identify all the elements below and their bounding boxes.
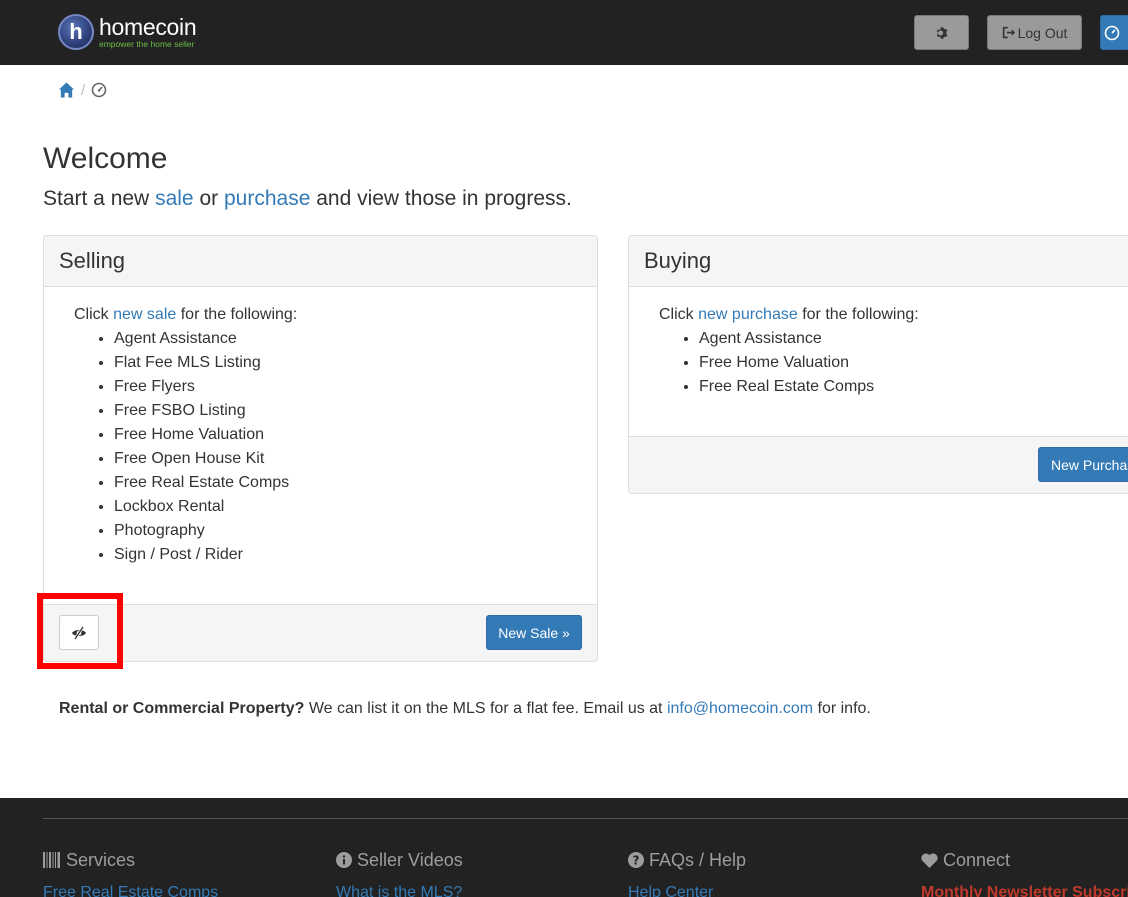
lead-or: or <box>199 187 219 210</box>
new-sale-link[interactable]: new sale <box>113 306 176 323</box>
footer-title-text: Connect <box>943 849 1011 870</box>
selling-services-list: Agent Assistance Flat Fee MLS Listing Fr… <box>114 327 567 567</box>
new-purchase-button[interactable]: New Purchase » <box>1038 447 1128 482</box>
rental-note-text: We can list it on the MLS for a flat fee… <box>308 700 663 717</box>
list-item: Free Flyers <box>114 375 567 399</box>
buying-panel-heading: Buying <box>629 236 1128 287</box>
list-item: Photography <box>114 519 567 543</box>
dashboard-icon <box>91 82 107 98</box>
list-item: Free Home Valuation <box>699 351 1117 375</box>
footer-link[interactable]: Monthly Newsletter Subscription <box>921 884 1128 897</box>
list-item: Sign / Post / Rider <box>114 543 567 567</box>
list-item: Free FSBO Listing <box>114 399 567 423</box>
breadcrumb: / <box>58 81 107 99</box>
footer-column-title: Seller Videos <box>336 848 463 872</box>
buying-intro: Click new purchase for the following: <box>659 303 1117 327</box>
footer-column-seller-videos: Seller Videos What is the MLS? <box>336 848 463 897</box>
welcome-lead: Start a new sale or purchase and view th… <box>43 187 572 211</box>
dashboard-button[interactable] <box>1100 15 1128 50</box>
sign-out-icon <box>1002 26 1015 39</box>
rental-note-end: for info. <box>817 700 871 717</box>
buying-panel-body: Click new purchase for the following: Ag… <box>629 287 1128 415</box>
list-item: Free Real Estate Comps <box>699 375 1117 399</box>
logout-button[interactable]: Log Out <box>987 15 1082 50</box>
footer-link[interactable]: Free Real Estate Comps <box>43 884 218 897</box>
brand-logo-link[interactable]: h homecoin empower the home seller <box>58 13 197 51</box>
selling-panel-heading: Selling <box>44 236 597 287</box>
footer-column-services: Services Free Real Estate Comps <box>43 848 218 897</box>
footer-link[interactable]: Help Center <box>628 884 746 897</box>
selling-panel-body: Click new sale for the following: Agent … <box>44 287 597 583</box>
list-item: Agent Assistance <box>699 327 1117 351</box>
buying-panel-footer: New Purchase » <box>629 436 1128 493</box>
list-item: Agent Assistance <box>114 327 567 351</box>
dashboard-icon <box>1104 25 1120 40</box>
footer-link[interactable]: What is the MLS? <box>336 884 463 897</box>
brand-tagline: empower the home seller <box>99 38 195 49</box>
rental-note: Rental or Commercial Property? We can li… <box>59 700 871 718</box>
logout-label: Log Out <box>1017 24 1068 41</box>
list-item: Free Open House Kit <box>114 447 567 471</box>
brand-name: homecoin <box>99 13 197 40</box>
footer-column-title: Services <box>43 848 218 872</box>
footer-column-connect: Connect Monthly Newsletter Subscription <box>921 848 1128 897</box>
info-icon <box>336 852 352 868</box>
lead-start: Start a new <box>43 187 150 210</box>
selling-panel-footer: New Sale » <box>44 604 597 661</box>
breadcrumb-separator: / <box>81 81 86 99</box>
selling-intro: Click new sale for the following: <box>74 303 567 327</box>
buying-services-list: Agent Assistance Free Home Valuation Fre… <box>699 327 1117 399</box>
selling-panel: Selling Click new sale for the following… <box>43 235 598 662</box>
list-item: Free Real Estate Comps <box>114 471 567 495</box>
list-item: Free Home Valuation <box>114 423 567 447</box>
heart-icon <box>921 853 938 868</box>
barcode-icon <box>43 852 60 868</box>
buying-intro-text: Click <box>659 306 694 323</box>
purchase-link[interactable]: purchase <box>224 187 310 210</box>
question-icon: ? <box>628 852 644 868</box>
rental-note-bold: Rental or Commercial Property? <box>59 700 305 717</box>
homecoin-logo-icon: h <box>58 14 94 50</box>
footer-title-text: Seller Videos <box>357 849 463 870</box>
sale-link[interactable]: sale <box>155 187 194 210</box>
email-link[interactable]: info@homecoin.com <box>667 700 813 717</box>
list-item: Flat Fee MLS Listing <box>114 351 567 375</box>
footer-column-title: ? FAQs / Help <box>628 848 746 872</box>
new-purchase-link[interactable]: new purchase <box>698 306 798 323</box>
footer-title-text: Services <box>66 849 136 870</box>
footer-column-faqs: ? FAQs / Help Help Center <box>628 848 746 897</box>
svg-text:?: ? <box>633 854 640 868</box>
logo-letter: h <box>69 19 83 44</box>
hide-toggle-button[interactable] <box>59 615 99 650</box>
buying-panel: Buying Click new purchase for the follow… <box>628 235 1128 494</box>
new-sale-button[interactable]: New Sale » <box>486 615 582 650</box>
eye-slash-icon <box>72 625 86 640</box>
lead-end: and view those in progress. <box>316 187 572 210</box>
selling-intro-text-end: for the following: <box>180 306 298 323</box>
top-navbar: h homecoin empower the home seller Log O… <box>0 0 1128 65</box>
settings-button[interactable] <box>914 15 969 50</box>
page-title: Welcome <box>43 142 168 175</box>
footer-divider <box>43 818 1128 819</box>
list-item: Lockbox Rental <box>114 495 567 519</box>
selling-intro-text: Click <box>74 306 109 323</box>
footer-title-text: FAQs / Help <box>649 849 747 870</box>
site-footer: Services Free Real Estate Comps Seller V… <box>0 798 1128 897</box>
buying-intro-text-end: for the following: <box>802 306 919 323</box>
gear-icon <box>936 26 947 39</box>
home-icon[interactable] <box>58 81 75 99</box>
footer-column-title: Connect <box>921 848 1128 872</box>
